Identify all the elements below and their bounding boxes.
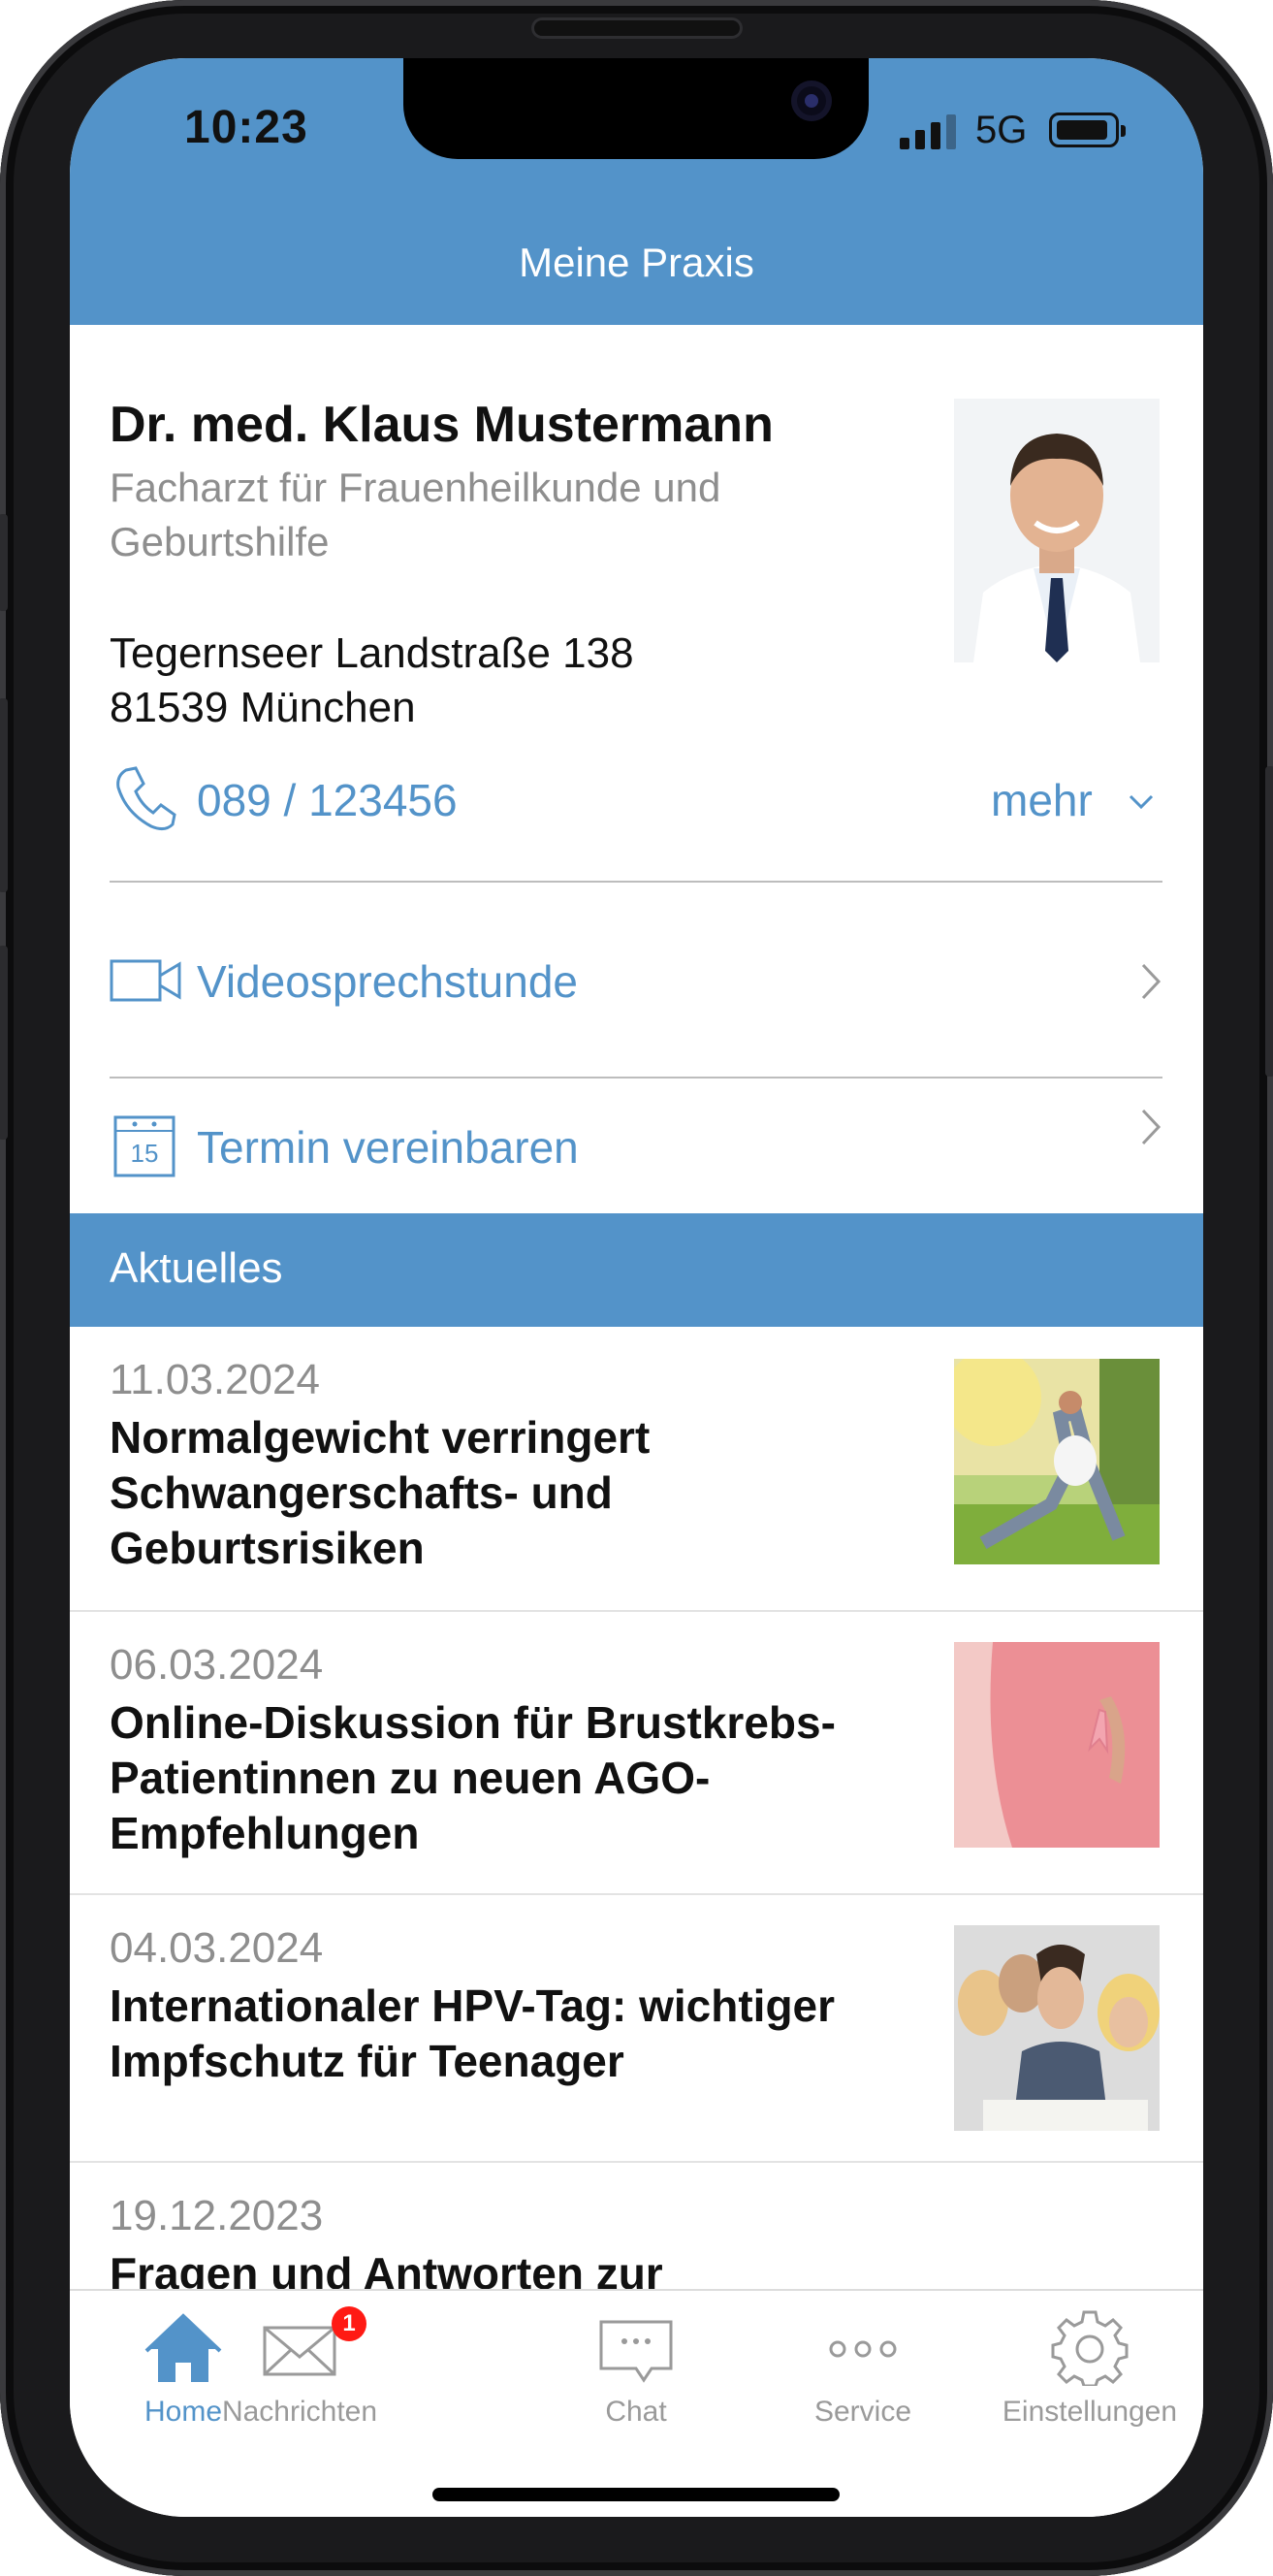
video-camera-icon: [110, 959, 181, 1002]
chat-bubble-icon: [599, 2320, 673, 2383]
calendar-day: 15: [130, 1139, 159, 1168]
news-title: Normalgewicht verringert Schwangerschaft…: [110, 1412, 651, 1573]
app-screen: 10:23 5G Meine Praxis Dr. med. Klaus Mus…: [70, 58, 1203, 2517]
network-type: 5G: [975, 109, 1028, 151]
tab-bar: Home 1 Nachrichten Chat Service Einstell…: [70, 2289, 1203, 2517]
power-button: [1265, 766, 1273, 1077]
news-date: 11.03.2024: [110, 1356, 320, 1403]
unread-badge: 1: [332, 2306, 366, 2341]
teenagers-photo: [954, 1925, 1160, 2131]
video-consultation-link[interactable]: Videosprechstunde: [197, 955, 578, 1008]
phone-number-link[interactable]: 089 / 123456: [197, 774, 458, 826]
news-item[interactable]: 06.03.2024 Online-Diskussion für Brustkr…: [70, 1612, 1203, 1895]
news-date: 06.03.2024: [110, 1641, 324, 1689]
news-section-header: Aktuelles: [70, 1213, 1203, 1327]
status-time: 10:23: [184, 102, 308, 153]
doctor-address: Tegernseer Landstraße 138 81539 München: [110, 627, 634, 735]
doctor-photo: [954, 399, 1160, 662]
pregnant-woman-exercising-photo: [954, 1359, 1160, 1564]
book-appointment-link[interactable]: Termin vereinbaren: [197, 1121, 579, 1174]
news-date: 19.12.2023: [110, 2192, 324, 2239]
section-title: Aktuelles: [110, 1244, 283, 1292]
volume-up-button: [0, 698, 8, 892]
tab-label: Chat: [605, 2396, 667, 2428]
chevron-down-icon[interactable]: [1127, 788, 1156, 817]
page-title: Meine Praxis: [519, 240, 754, 285]
news-title: Internationaler HPV-Tag: wichtiger Impfs…: [110, 1980, 836, 2086]
chevron-right-icon[interactable]: [1140, 962, 1162, 1001]
address-street: Tegernseer Landstraße 138: [110, 629, 634, 677]
tab-chat[interactable]: Chat: [523, 2291, 749, 2436]
pink-ribbon-photo: [954, 1642, 1160, 1848]
mute-switch: [0, 514, 8, 611]
tab-label: Nachrichten: [221, 2396, 378, 2428]
tab-service[interactable]: Service: [749, 2291, 976, 2436]
battery-icon: [1049, 113, 1126, 147]
divider: [110, 1077, 1162, 1079]
home-indicator: [432, 2488, 840, 2501]
more-button[interactable]: mehr: [991, 774, 1093, 826]
tab-settings[interactable]: Einstellungen: [976, 2291, 1203, 2436]
tab-messages[interactable]: 1 Nachrichten: [186, 2291, 413, 2436]
volume-down-button: [0, 946, 8, 1140]
news-item[interactable]: 04.03.2024 Internationaler HPV-Tag: wich…: [70, 1895, 1203, 2163]
doctor-name: Dr. med. Klaus Mustermann: [110, 397, 774, 453]
address-city: 81539 München: [110, 684, 416, 731]
envelope-icon: [263, 2326, 336, 2376]
phone-icon[interactable]: [112, 764, 176, 832]
news-item[interactable]: 11.03.2024 Normalgewicht verringert Schw…: [70, 1327, 1203, 1612]
signal-strength-icon: [900, 114, 956, 149]
earpiece-speaker: [531, 17, 743, 39]
divider: [110, 881, 1162, 883]
tab-label: Service: [813, 2396, 912, 2428]
doctor-specialty: Facharzt für Frauenheilkunde und Geburts…: [110, 465, 721, 564]
news-title: Online-Diskussion für Brustkrebs-Patient…: [110, 1697, 836, 1858]
notch: [403, 58, 869, 159]
chevron-right-icon[interactable]: [1140, 1108, 1162, 1146]
front-camera: [791, 80, 832, 121]
news-date: 04.03.2024: [110, 1924, 324, 1972]
three-dots-icon: [829, 2340, 897, 2358]
gear-icon: [1051, 2310, 1129, 2386]
app-header: 10:23 5G Meine Praxis: [70, 58, 1203, 325]
tab-label: Einstellungen: [1002, 2396, 1178, 2428]
